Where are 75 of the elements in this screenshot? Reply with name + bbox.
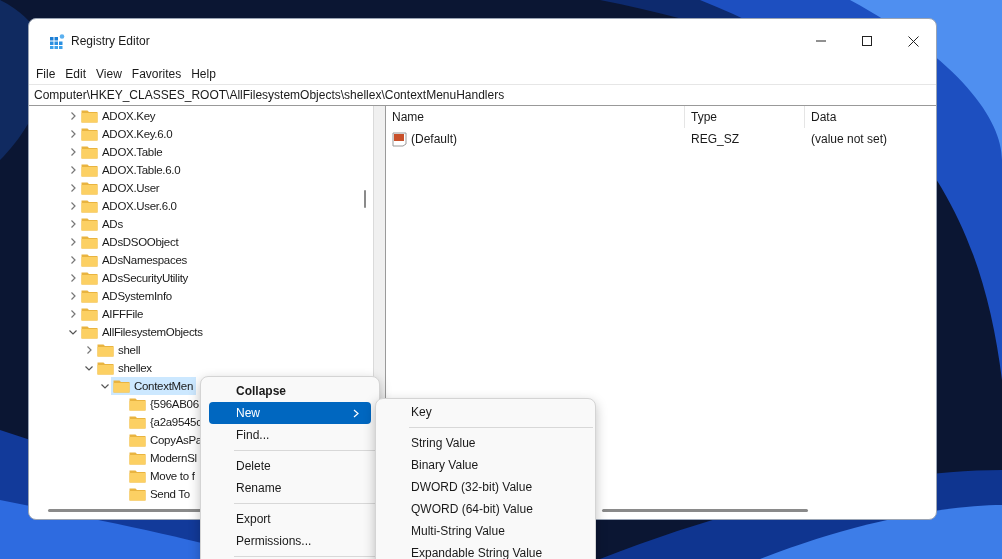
tree-item[interactable]: Send To xyxy=(127,485,193,502)
tree-item[interactable]: ContextMen xyxy=(111,377,196,395)
scrollbar-thumb[interactable] xyxy=(602,509,808,512)
tree-item[interactable]: ModernSl xyxy=(127,449,200,467)
tree-item[interactable]: shellex xyxy=(95,359,155,377)
menu-item[interactable]: Collapse xyxy=(209,380,371,402)
menu-item[interactable]: Binary Value xyxy=(384,454,587,476)
folder-icon xyxy=(129,469,146,483)
string-value-icon xyxy=(392,131,408,147)
tree-item[interactable]: ADOX.User.6.0 xyxy=(79,197,180,215)
folder-icon xyxy=(81,235,98,249)
table-cell-text: (value not set) xyxy=(810,131,889,148)
menu-item[interactable]: Key xyxy=(384,401,587,423)
menu-bar-item[interactable]: Edit xyxy=(60,66,92,81)
menu-bar-item[interactable]: View xyxy=(91,66,127,81)
tree-item[interactable]: ADOX.Key xyxy=(79,107,159,125)
tree-item[interactable]: ADSystemInfo xyxy=(79,287,175,305)
folder-icon xyxy=(81,307,98,321)
folder-icon xyxy=(81,325,98,339)
folder-icon xyxy=(81,199,98,213)
table-cell: (Default) xyxy=(386,128,685,150)
tree-item[interactable]: shell xyxy=(95,341,144,359)
menu-item[interactable]: Permissions... xyxy=(209,530,371,552)
folder-icon xyxy=(129,433,146,447)
menu-item[interactable]: New xyxy=(209,402,371,424)
menu-item[interactable]: String Value xyxy=(384,432,587,454)
folder-icon xyxy=(113,379,130,393)
folder-icon xyxy=(81,253,98,267)
menu-item[interactable]: Rename xyxy=(209,477,371,499)
tree-item[interactable]: ADs xyxy=(79,215,126,233)
address-bar[interactable]: Computer\HKEY_CLASSES_ROOT\AllFilesystemObjects\shellex\ContextMenuHandlers xyxy=(29,84,936,106)
tree-item[interactable]: ADOX.Table.6.0 xyxy=(79,161,184,179)
folder-icon xyxy=(129,451,146,465)
folder-icon xyxy=(81,109,98,123)
close-icon xyxy=(907,35,919,47)
tree-item[interactable]: {596AB06 xyxy=(127,395,202,413)
scrollbar-thumb[interactable] xyxy=(363,190,366,208)
tree-item[interactable]: Move to f xyxy=(127,467,198,485)
table-cell-text: REG_SZ xyxy=(690,131,740,148)
folder-icon xyxy=(81,145,98,159)
tree-item[interactable]: AllFilesystemObjects xyxy=(79,323,206,341)
menu-item[interactable]: DWORD (32-bit) Value xyxy=(384,476,587,498)
tree-item[interactable]: ADsNamespaces xyxy=(79,251,190,269)
column-header[interactable]: Name xyxy=(386,106,685,128)
tree-item[interactable]: ADOX.Table xyxy=(79,143,166,161)
column-header[interactable]: Data xyxy=(805,106,936,128)
folder-icon xyxy=(129,415,146,429)
menu-item[interactable]: Delete xyxy=(209,455,371,477)
menu-item[interactable]: Export xyxy=(209,508,371,530)
tree-item[interactable]: ADOX.User xyxy=(79,179,163,197)
maximize-icon xyxy=(862,36,872,46)
folder-icon xyxy=(129,487,146,501)
folder-icon xyxy=(81,217,98,231)
folder-icon xyxy=(81,163,98,177)
folder-icon xyxy=(97,361,114,375)
tree-item[interactable]: ADsDSOObject xyxy=(79,233,182,251)
folder-icon xyxy=(81,127,98,141)
folder-icon xyxy=(81,289,98,303)
tree-item[interactable]: ADOX.Key.6.0 xyxy=(79,125,176,143)
folder-icon xyxy=(81,271,98,285)
folder-icon xyxy=(81,181,98,195)
folder-icon xyxy=(129,397,146,411)
menu-item[interactable]: Expandable String Value xyxy=(384,542,587,559)
column-header[interactable]: Type xyxy=(685,106,805,128)
menu-bar-item[interactable]: File xyxy=(31,66,61,81)
menu-item[interactable]: Multi-String Value xyxy=(384,520,587,542)
menu-bar-item[interactable]: Favorites xyxy=(126,66,187,81)
window-title: Registry Editor xyxy=(71,34,150,48)
menu-item[interactable]: Find... xyxy=(209,424,371,446)
folder-icon xyxy=(97,343,114,357)
menu-bar-item[interactable]: Help xyxy=(186,66,221,81)
registry-icon xyxy=(50,33,65,49)
tree-item[interactable]: ADsSecurityUtility xyxy=(79,269,191,287)
menu-item[interactable]: QWORD (64-bit) Value xyxy=(384,498,587,520)
tree-item[interactable]: AIFFFile xyxy=(79,305,147,323)
